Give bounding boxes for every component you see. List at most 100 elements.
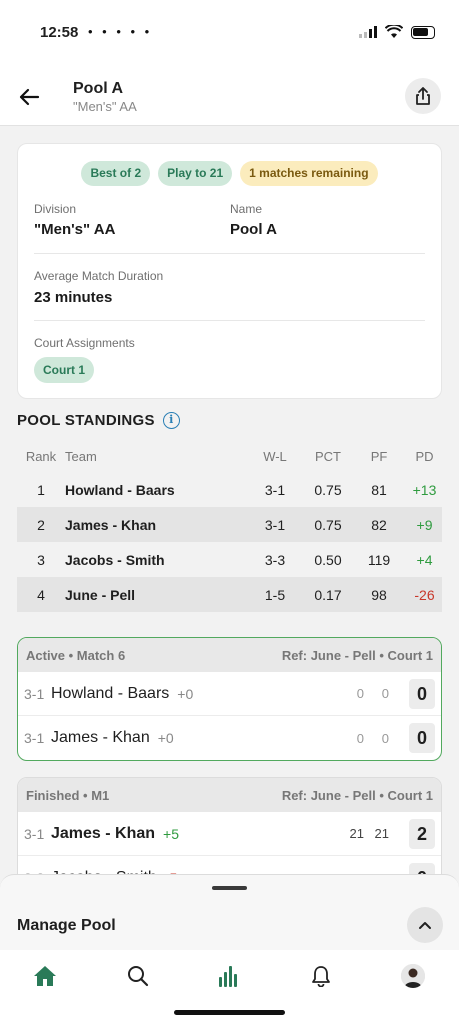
game1-score: 0 bbox=[356, 730, 364, 746]
pd-cell: +4 bbox=[416, 551, 433, 568]
notification-icons: • • • • • bbox=[88, 24, 153, 39]
signal-icon bbox=[359, 26, 377, 38]
rank-cell: 4 bbox=[37, 586, 45, 603]
team-cell: June - Pell bbox=[65, 586, 136, 603]
point-delta: +5 bbox=[163, 825, 180, 842]
drag-handle[interactable] bbox=[212, 886, 247, 890]
table-row[interactable]: 3 Jacobs - Smith 3-3 0.50 119 +4 bbox=[17, 542, 442, 577]
home-icon bbox=[34, 966, 56, 986]
bell-icon bbox=[312, 966, 330, 987]
col-team: Team bbox=[65, 448, 97, 464]
search-icon bbox=[128, 966, 149, 987]
name-value: Pool A bbox=[230, 221, 277, 238]
system-indicators bbox=[359, 25, 435, 39]
col-pf: PF bbox=[370, 448, 388, 464]
division-value: "Men's" AA bbox=[34, 221, 116, 238]
wl-cell: 3-1 bbox=[264, 481, 286, 498]
match-ref: Ref: June - Pell • Court 1 bbox=[281, 647, 433, 663]
bottom-tab-bar bbox=[0, 950, 459, 1024]
status-time: 12:58 bbox=[40, 24, 79, 41]
match-team-row: 3-1 James - Khan +5 21 21 2 bbox=[18, 812, 441, 856]
tab-notifications[interactable] bbox=[301, 956, 341, 996]
expand-sheet-button[interactable] bbox=[407, 907, 443, 943]
finished-match-card[interactable]: Finished • M1 Ref: June - Pell • Court 1… bbox=[17, 777, 442, 887]
share-icon bbox=[416, 87, 430, 105]
avatar bbox=[401, 964, 425, 988]
duration-value: 23 minutes bbox=[34, 289, 113, 306]
court-assignments-label: Court Assignments bbox=[34, 336, 135, 350]
format-chips: Best of 2 Play to 21 1 matches remaining bbox=[18, 161, 441, 186]
page-subtitle: "Men's" AA bbox=[73, 99, 137, 114]
standings-table: Rank Team W-L PCT PF PD 1 Howland - Baar… bbox=[17, 440, 442, 612]
team-cell: James - Khan bbox=[65, 516, 157, 533]
matches-remaining-chip: 1 matches remaining bbox=[240, 161, 378, 186]
table-row[interactable]: 1 Howland - Baars 3-1 0.75 81 +13 bbox=[17, 472, 442, 507]
tab-profile[interactable] bbox=[393, 956, 433, 996]
match-status: Active • Match 6 bbox=[26, 647, 126, 663]
pool-details-card: Best of 2 Play to 21 1 matches remaining… bbox=[17, 143, 442, 399]
match-status: Finished • M1 bbox=[26, 787, 110, 803]
point-delta: +0 bbox=[157, 730, 174, 746]
game1-score: 21 bbox=[349, 826, 364, 841]
team-cell: Howland - Baars bbox=[65, 481, 175, 498]
match-header: Finished • M1 Ref: June - Pell • Court 1 bbox=[18, 778, 441, 812]
team-name: James - Khan bbox=[51, 729, 150, 746]
pf-cell: 119 bbox=[367, 551, 391, 568]
pct-cell: 0.17 bbox=[314, 586, 342, 603]
court-chip[interactable]: Court 1 bbox=[34, 357, 94, 383]
games-won: 0 bbox=[409, 678, 435, 709]
pf-cell: 82 bbox=[371, 516, 387, 533]
rank-cell: 1 bbox=[37, 481, 45, 498]
app-header: Pool A "Men's" AA bbox=[0, 62, 459, 126]
team-record: 3-1 bbox=[24, 825, 45, 842]
active-match-card[interactable]: Active • Match 6 Ref: June - Pell • Cour… bbox=[17, 637, 442, 761]
standings-heading: POOL STANDINGS bbox=[17, 412, 155, 429]
match-team-row: 3-1 James - Khan +0 0 0 0 bbox=[18, 716, 441, 760]
best-of-chip: Best of 2 bbox=[81, 161, 151, 186]
chart-icon bbox=[219, 966, 237, 987]
home-indicator bbox=[174, 1010, 285, 1015]
match-ref: Ref: June - Pell • Court 1 bbox=[281, 787, 433, 803]
games-won: 0 bbox=[409, 723, 435, 753]
col-rank: Rank bbox=[25, 448, 57, 464]
tab-stats[interactable] bbox=[209, 956, 249, 996]
tab-search[interactable] bbox=[118, 956, 158, 996]
match-header: Active • Match 6 Ref: June - Pell • Cour… bbox=[18, 638, 441, 672]
col-wl: W-L bbox=[263, 448, 287, 464]
wl-cell: 3-1 bbox=[264, 516, 286, 533]
wl-cell: 3-3 bbox=[264, 551, 286, 568]
rank-cell: 3 bbox=[37, 551, 45, 568]
team-name: James - Khan bbox=[51, 824, 156, 842]
duration-label: Average Match Duration bbox=[34, 269, 164, 283]
pct-cell: 0.75 bbox=[314, 481, 342, 498]
divider bbox=[34, 253, 425, 254]
team-record: 3-1 bbox=[24, 730, 45, 746]
table-row[interactable]: 4 June - Pell 1-5 0.17 98 -26 bbox=[17, 577, 442, 612]
chevron-up-icon bbox=[419, 922, 431, 929]
share-button[interactable] bbox=[405, 78, 441, 114]
match-team-row: 3-1 Howland - Baars +0 0 0 0 bbox=[18, 672, 441, 716]
team-record: 3-1 bbox=[24, 685, 45, 702]
back-arrow-icon[interactable] bbox=[14, 82, 44, 112]
battery-icon bbox=[411, 25, 435, 39]
game2-score: 0 bbox=[381, 730, 389, 746]
standings-title: POOL STANDINGS i bbox=[17, 412, 180, 429]
pct-cell: 0.75 bbox=[314, 516, 342, 533]
game1-score: 0 bbox=[356, 686, 364, 701]
page-title: Pool A bbox=[73, 80, 124, 97]
standings-header-row: Rank Team W-L PCT PF PD bbox=[17, 440, 442, 472]
tab-home[interactable] bbox=[25, 956, 65, 996]
table-row[interactable]: 2 James - Khan 3-1 0.75 82 +9 bbox=[17, 507, 442, 542]
sheet-title: Manage Pool bbox=[17, 917, 116, 934]
info-icon[interactable]: i bbox=[162, 412, 180, 429]
col-pd: PD bbox=[415, 448, 434, 464]
point-delta: +0 bbox=[177, 685, 194, 702]
wifi-icon bbox=[385, 25, 403, 38]
manage-pool-sheet[interactable]: Manage Pool bbox=[0, 874, 459, 950]
game2-score: 0 bbox=[381, 686, 389, 701]
col-pct: PCT bbox=[315, 448, 341, 464]
pct-cell: 0.50 bbox=[314, 551, 342, 568]
divider bbox=[34, 320, 425, 321]
pf-cell: 81 bbox=[371, 481, 387, 498]
team-name: Howland - Baars bbox=[51, 684, 170, 702]
